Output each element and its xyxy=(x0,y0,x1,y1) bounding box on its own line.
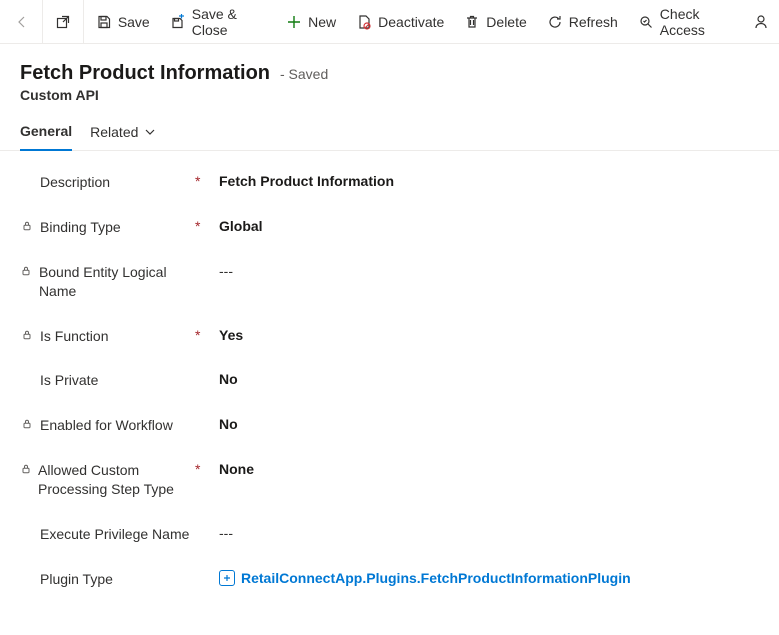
required-indicator: * xyxy=(195,461,219,477)
field-value: --- xyxy=(219,525,233,541)
field-label: Plugin Type xyxy=(40,570,113,589)
field-value: Global xyxy=(219,218,263,234)
page-title: Fetch Product Information xyxy=(20,62,270,85)
field-label: Description xyxy=(40,173,110,192)
tab-general-label: General xyxy=(20,123,72,139)
refresh-icon xyxy=(547,14,563,30)
lock-slot xyxy=(20,173,34,175)
assign-button[interactable] xyxy=(747,0,775,44)
deactivate-button[interactable]: Deactivate xyxy=(346,0,454,44)
save-close-button[interactable]: Save & Close xyxy=(160,0,276,44)
lock-slot xyxy=(20,570,34,572)
field-binding-type[interactable]: Binding Type * Global xyxy=(20,218,759,237)
required-indicator: * xyxy=(195,218,219,234)
refresh-button[interactable]: Refresh xyxy=(537,0,628,44)
field-value: None xyxy=(219,461,254,477)
plus-icon xyxy=(286,14,302,30)
lock-icon xyxy=(20,416,34,430)
popout-icon xyxy=(55,14,71,30)
field-value: Yes xyxy=(219,327,243,343)
lock-icon xyxy=(20,327,34,341)
chevron-down-icon xyxy=(142,124,158,140)
save-button[interactable]: Save xyxy=(86,0,160,44)
separator xyxy=(42,0,43,44)
lock-icon xyxy=(20,263,33,277)
tab-general[interactable]: General xyxy=(20,123,72,151)
field-label: Execute Privilege Name xyxy=(40,525,189,544)
field-allowed-step-type[interactable]: Allowed Custom Processing Step Type * No… xyxy=(20,461,759,499)
field-bound-entity[interactable]: Bound Entity Logical Name --- xyxy=(20,263,759,301)
new-label: New xyxy=(308,14,336,30)
field-value: --- xyxy=(219,263,233,279)
save-close-icon xyxy=(170,14,186,30)
required-indicator: * xyxy=(195,173,219,189)
deactivate-icon xyxy=(356,14,372,30)
check-access-button[interactable]: Check Access xyxy=(628,0,747,44)
save-label: Save xyxy=(118,14,150,30)
field-value: No xyxy=(219,371,238,387)
check-access-label: Check Access xyxy=(660,6,737,38)
refresh-label: Refresh xyxy=(569,14,618,30)
field-label: Is Private xyxy=(40,371,98,390)
plugin-type-lookup[interactable]: RetailConnectApp.Plugins.FetchProductInf… xyxy=(219,570,631,586)
entity-type: Custom API xyxy=(20,87,759,103)
field-enabled-workflow[interactable]: Enabled for Workflow No xyxy=(20,416,759,435)
form-body: Description * Fetch Product Information … xyxy=(0,151,779,609)
field-is-function[interactable]: Is Function * Yes xyxy=(20,327,759,346)
lock-icon xyxy=(20,461,32,475)
field-execute-privilege[interactable]: Execute Privilege Name --- xyxy=(20,525,759,544)
back-button[interactable] xyxy=(4,0,40,44)
field-label: Binding Type xyxy=(40,218,121,237)
tab-related-label: Related xyxy=(90,124,138,140)
field-label: Is Function xyxy=(40,327,108,346)
entity-badge-icon xyxy=(219,570,235,586)
field-plugin-type[interactable]: Plugin Type RetailConnectApp.Plugins.Fet… xyxy=(20,570,759,589)
field-is-private[interactable]: Is Private No xyxy=(20,371,759,390)
deactivate-label: Deactivate xyxy=(378,14,444,30)
separator xyxy=(83,0,84,44)
field-label: Allowed Custom Processing Step Type xyxy=(38,461,195,499)
save-close-label: Save & Close xyxy=(192,6,266,38)
person-icon xyxy=(753,14,769,30)
field-description[interactable]: Description * Fetch Product Information xyxy=(20,173,759,192)
delete-button[interactable]: Delete xyxy=(454,0,536,44)
command-bar: Save Save & Close New Deactivate Delete … xyxy=(0,0,779,44)
tabs: General Related xyxy=(0,109,779,151)
lock-slot xyxy=(20,371,34,373)
lock-slot xyxy=(20,525,34,527)
page-header: Fetch Product Information - Saved Custom… xyxy=(0,44,779,109)
trash-icon xyxy=(464,14,480,30)
delete-label: Delete xyxy=(486,14,526,30)
back-icon xyxy=(14,14,30,30)
required-indicator: * xyxy=(195,327,219,343)
field-value: Fetch Product Information xyxy=(219,173,394,189)
lock-icon xyxy=(20,218,34,232)
field-label: Bound Entity Logical Name xyxy=(39,263,195,301)
save-status: - Saved xyxy=(280,66,328,82)
save-icon xyxy=(96,14,112,30)
new-button[interactable]: New xyxy=(276,0,346,44)
open-new-window-button[interactable] xyxy=(45,0,81,44)
field-label: Enabled for Workflow xyxy=(40,416,173,435)
field-value: No xyxy=(219,416,238,432)
check-access-icon xyxy=(638,14,654,30)
tab-related[interactable]: Related xyxy=(90,123,158,150)
plugin-type-value: RetailConnectApp.Plugins.FetchProductInf… xyxy=(241,570,631,586)
